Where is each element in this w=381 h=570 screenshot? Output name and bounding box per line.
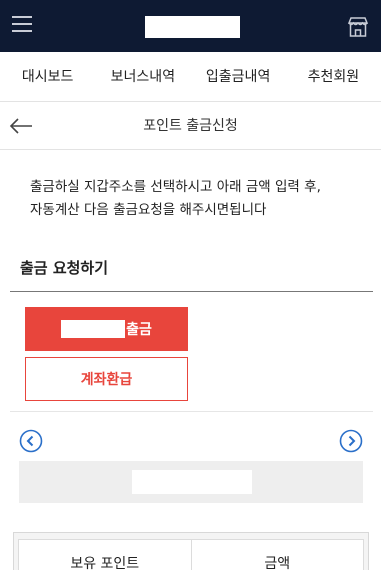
nav-item-bonus-history[interactable]: 보너스내역 [95,52,190,101]
instruction-line-2: 자동계산 다음 출금요청을 해주시면됩니다 [30,202,267,218]
page-header: 포인트 출금신청 [0,102,381,150]
wallet-address-slide[interactable] [19,461,363,503]
main-nav: 대시보드 보너스내역 입출금내역 추천회원 [0,52,381,102]
prev-arrow-icon[interactable] [19,429,43,453]
withdraw-button-label: 출금 [126,322,152,338]
instruction-line-1: 출금하실 지갑주소를 선택하시고 아래 금액 입력 후, [30,179,321,195]
points-table: 보유 포인트 금액 [13,532,369,570]
header-held-points: 보유 포인트 [70,556,140,570]
hamburger-menu-icon[interactable] [12,16,32,36]
logo[interactable] [145,16,240,38]
section-title: 출금 요청하기 [20,259,109,277]
account-refund-label: 계좌환급 [80,372,133,388]
top-bar [0,0,381,52]
account-refund-button[interactable]: 계좌환급 [25,357,188,401]
withdraw-button[interactable]: 출금 [25,307,188,351]
instruction-text: 출금하실 지갑주소를 선택하시고 아래 금액 입력 후, 자동계산 다음 출금요… [30,176,370,222]
nav-item-deposit-withdrawal-history[interactable]: 입출금내역 [191,52,286,101]
nav-item-referral-members[interactable]: 추천회원 [286,52,381,101]
redacted-label [61,320,126,338]
divider [10,411,373,412]
page-title: 포인트 출금신청 [143,118,238,134]
nav-item-dashboard[interactable]: 대시보드 [0,52,95,101]
next-arrow-icon[interactable] [339,429,363,453]
redacted-wallet-address [132,470,252,494]
back-arrow-icon[interactable] [8,114,34,138]
header-amount: 금액 [190,540,364,570]
section-divider [10,291,373,292]
store-icon[interactable] [346,15,370,39]
points-table-header-row: 보유 포인트 금액 [18,539,364,570]
